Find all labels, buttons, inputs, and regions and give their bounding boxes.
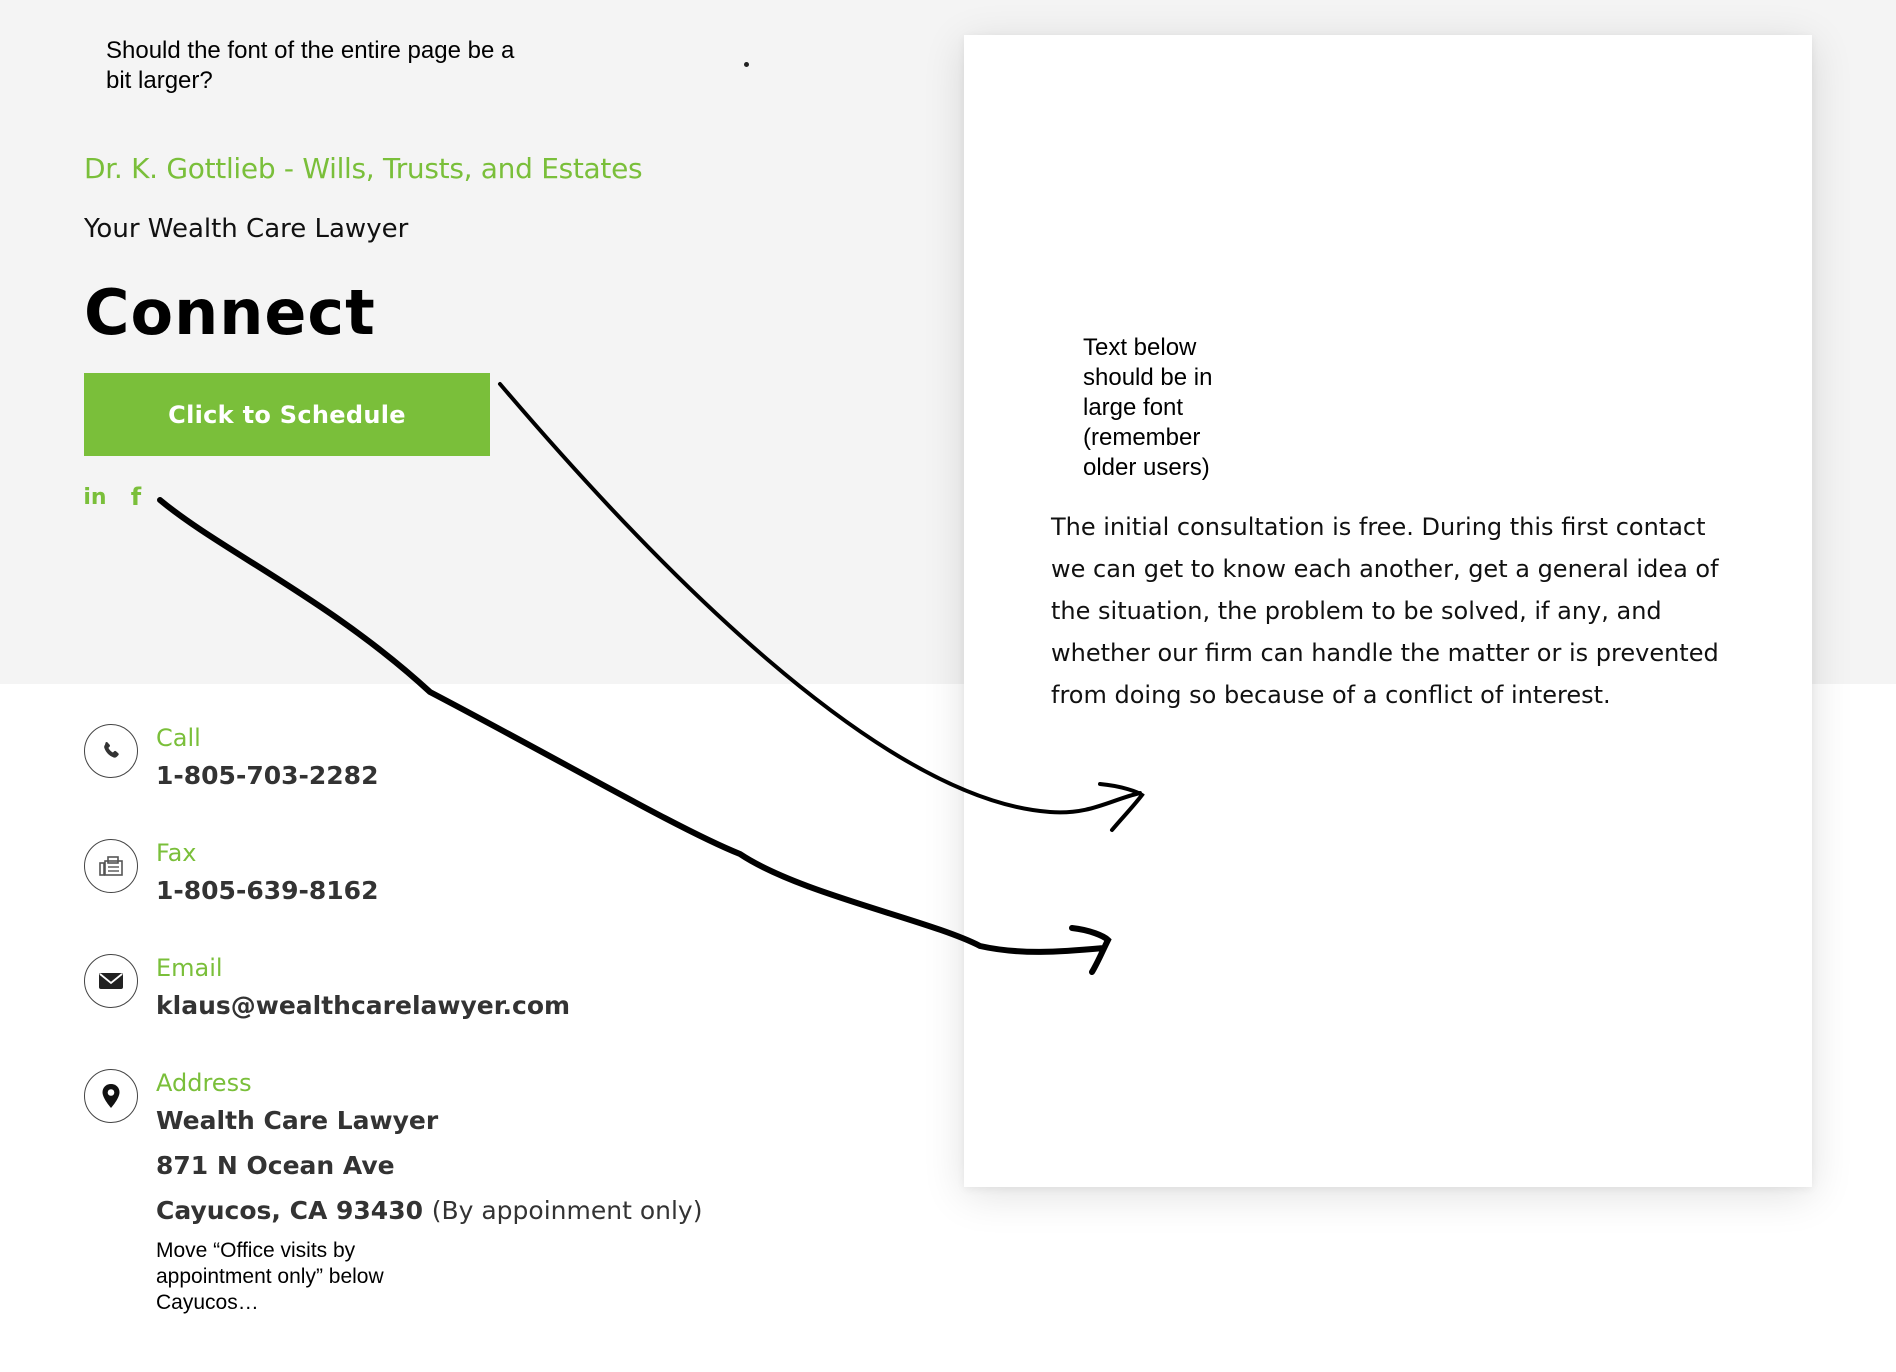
- consultation-text: The initial consultation is free. During…: [1051, 513, 1719, 709]
- address-line-2: 871 N Ocean Ave: [156, 1151, 395, 1180]
- annotation-large-font: Text below should be in large font (reme…: [1083, 334, 1213, 481]
- map-pin-icon: [84, 1069, 138, 1123]
- annotation-font-size: Should the font of the entire page be a …: [106, 37, 515, 94]
- address-line-3: Cayucos, CA 93430: [156, 1196, 423, 1225]
- address-line-3-row: Cayucos, CA 93430 (By appoinment only): [156, 1196, 702, 1225]
- page-title: Connect: [84, 276, 376, 349]
- phone-number[interactable]: 1-805-703-2282: [156, 761, 378, 790]
- fax-icon: [84, 839, 138, 893]
- email-label: Email: [156, 954, 223, 982]
- call-label: Call: [156, 724, 201, 752]
- tagline: Your Wealth Care Lawyer: [84, 214, 409, 244]
- appointment-note: (By appoinment only): [431, 1196, 703, 1225]
- email-address[interactable]: klaus@wealthcarelawyer.com: [156, 991, 570, 1020]
- address-label: Address: [156, 1069, 252, 1097]
- envelope-icon: [84, 954, 138, 1008]
- schedule-button[interactable]: Click to Schedule: [84, 373, 490, 456]
- address-line-1: Wealth Care Lawyer: [156, 1106, 439, 1135]
- linkedin-icon[interactable]: in: [82, 482, 108, 512]
- stray-dot: [744, 62, 749, 67]
- phone-icon: [84, 724, 138, 778]
- annotation-move-note: Move “Office visits by appointment only”…: [156, 1239, 384, 1314]
- fax-number[interactable]: 1-805-639-8162: [156, 876, 378, 905]
- brand-title[interactable]: Dr. K. Gottlieb - Wills, Trusts, and Est…: [84, 152, 643, 185]
- fax-label: Fax: [156, 839, 197, 867]
- facebook-icon[interactable]: f: [126, 482, 146, 512]
